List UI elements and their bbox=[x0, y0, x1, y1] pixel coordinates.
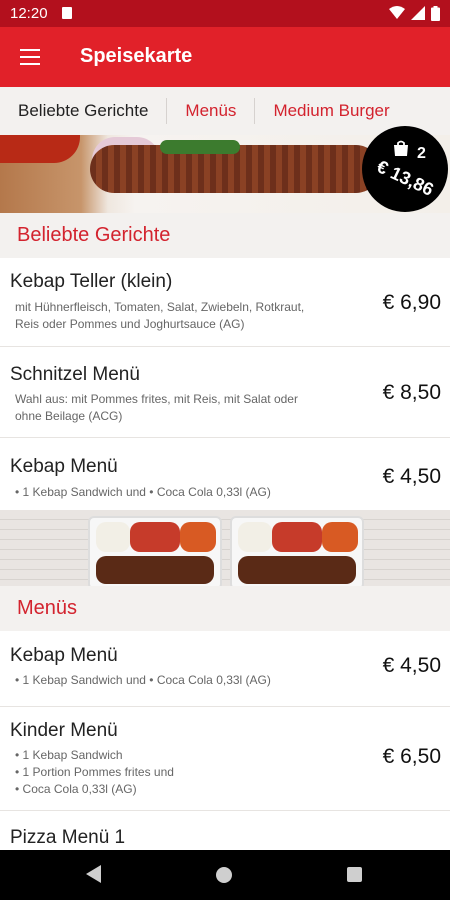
signal-icon bbox=[411, 6, 425, 20]
status-time: 12:20 bbox=[10, 5, 48, 22]
cart-count: 2 bbox=[417, 145, 426, 162]
item-price: € 6,90 bbox=[382, 291, 441, 314]
item-price: € 4,50 bbox=[382, 654, 441, 677]
menu-item[interactable]: Kebap Menü • 1 Kebap Sandwich und • Coca… bbox=[0, 631, 450, 707]
item-name: Kebap Teller (klein) bbox=[10, 271, 173, 292]
recent-apps-icon[interactable] bbox=[347, 867, 362, 882]
sd-card-icon bbox=[62, 7, 72, 19]
item-name: Kebap Menü bbox=[10, 456, 118, 477]
item-price: € 8,50 bbox=[382, 381, 441, 404]
status-bar: 12:20 bbox=[0, 0, 450, 27]
tab-beliebte-gerichte[interactable]: Beliebte Gerichte bbox=[0, 98, 166, 124]
menu-item[interactable]: Schnitzel Menü Wahl aus: mit Pommes frit… bbox=[0, 347, 450, 438]
item-price: € 6,50 bbox=[382, 745, 441, 768]
section-header-beliebte-gerichte: Beliebte Gerichte bbox=[0, 213, 450, 258]
back-icon[interactable] bbox=[86, 865, 102, 883]
banner-image-menu-trays bbox=[0, 510, 450, 586]
tab-medium-burger[interactable]: Medium Burger bbox=[255, 98, 407, 124]
menu-item[interactable]: Pizza Menü 1 bbox=[0, 811, 450, 850]
section-header-menus: Menüs bbox=[0, 586, 450, 631]
item-description: • 1 Kebap Sandwich und • Coca Cola 0,33l… bbox=[15, 485, 271, 499]
home-icon[interactable] bbox=[216, 867, 232, 883]
app-bar: Speisekarte bbox=[0, 27, 450, 87]
category-tabs: Beliebte Gerichte Menüs Medium Burger bbox=[0, 87, 450, 135]
item-name: Kinder Menü bbox=[10, 720, 118, 741]
menu-item[interactable]: Kebap Menü • 1 Kebap Sandwich und • Coca… bbox=[0, 438, 450, 511]
page-title: Speisekarte bbox=[80, 45, 193, 67]
item-name: Schnitzel Menü bbox=[10, 364, 140, 385]
shopping-bag-icon bbox=[394, 140, 408, 156]
hamburger-menu-icon[interactable] bbox=[20, 49, 40, 65]
tab-menus[interactable]: Menüs bbox=[167, 98, 254, 124]
battery-icon bbox=[431, 5, 440, 21]
status-icons bbox=[389, 5, 440, 21]
section-title: Beliebte Gerichte bbox=[17, 224, 171, 246]
item-name: Pizza Menü 1 bbox=[10, 827, 126, 848]
cart-badge[interactable]: 2 € 13,86 bbox=[362, 126, 448, 212]
wifi-icon bbox=[389, 6, 405, 19]
menu-item[interactable]: Kebap Teller (klein) mit Hühnerfleisch, … bbox=[0, 258, 450, 347]
item-name: Kebap Menü bbox=[10, 645, 118, 666]
section-title: Menüs bbox=[17, 597, 78, 619]
item-description: • 1 Kebap Sandwich und • Coca Cola 0,33l… bbox=[15, 673, 271, 687]
system-navigation-bar bbox=[0, 850, 450, 900]
item-description: Wahl aus: mit Pommes frites, mit Reis, m… bbox=[15, 392, 298, 423]
cart-total: € 13,86 bbox=[373, 156, 437, 200]
menu-item[interactable]: Kinder Menü • 1 Kebap Sandwich • 1 Porti… bbox=[0, 707, 450, 811]
item-description: mit Hühnerfleisch, Tomaten, Salat, Zwieb… bbox=[15, 300, 305, 331]
item-price: € 4,50 bbox=[382, 465, 441, 488]
item-description: • 1 Kebap Sandwich • 1 Portion Pommes fr… bbox=[15, 748, 174, 796]
